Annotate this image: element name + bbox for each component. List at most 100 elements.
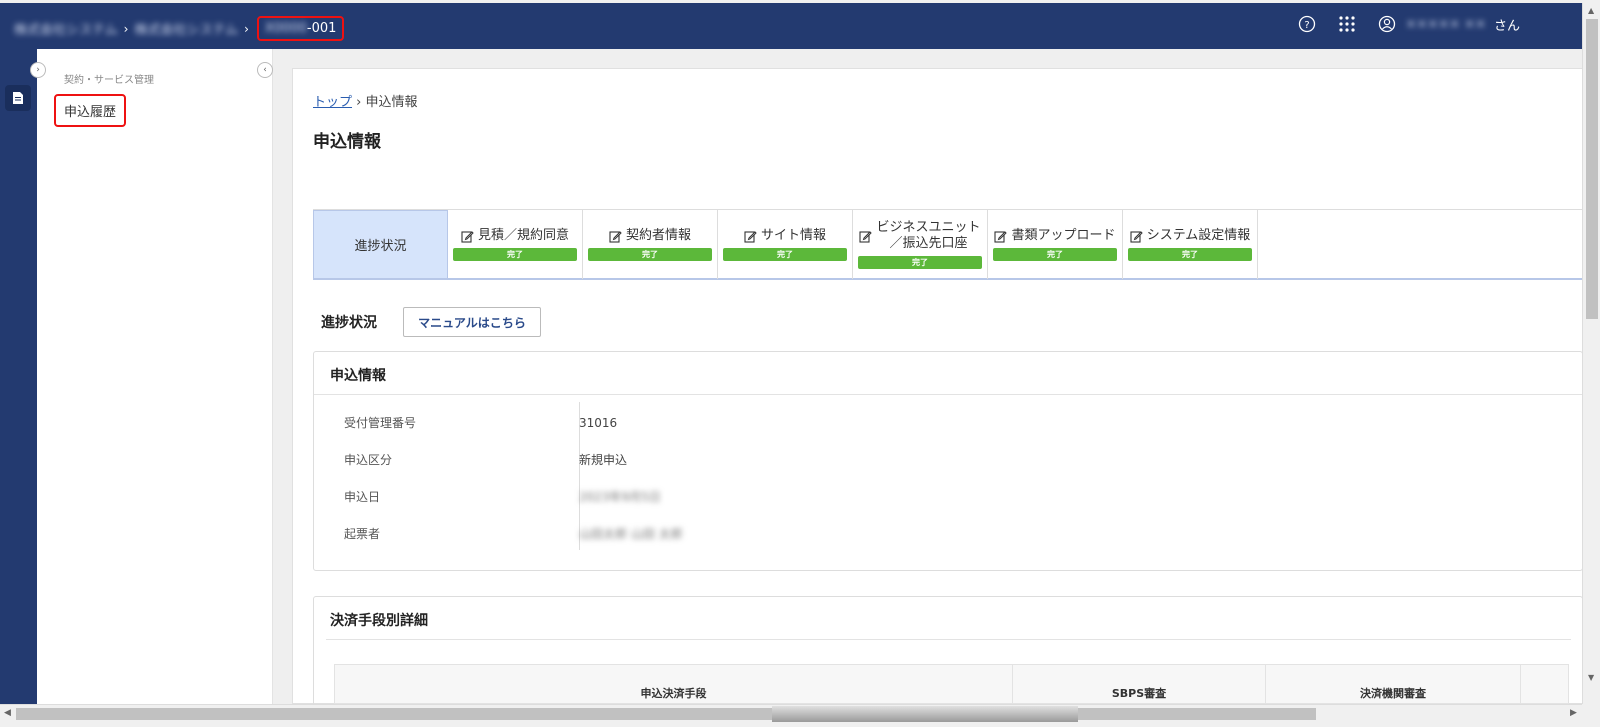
status-badge: 完了 <box>588 248 712 261</box>
tab-contractor-info-label-wrap: 契約者情報 <box>609 228 691 244</box>
user-menu[interactable]: ××××× ×× さん <box>1376 13 1520 35</box>
payment-details-table-header: 申込決済手段 SBPS審査 決済機関審査 <box>334 664 1569 704</box>
info-label: 申込区分 <box>344 453 393 467</box>
sidebar-section-label: 契約・サービス管理 <box>64 75 154 86</box>
column-header: SBPS審査 <box>1013 665 1266 703</box>
info-value: 新規申込 <box>579 453 628 467</box>
crumb-separator: › <box>244 21 249 36</box>
progress-title: 進捗状況 <box>321 315 377 331</box>
header-crumb-2[interactable]: 株式会社システム <box>134 19 238 38</box>
user-name: ××××× ×× <box>1405 16 1486 32</box>
main-content: トップ › 申込情報 申込情報 進捗状況 見積／規約同意 完了 契約者情報 完了… <box>292 68 1583 716</box>
edit-icon <box>994 230 1008 243</box>
info-row: 申込区分 新規申込 <box>344 441 683 478</box>
tab-site-info[interactable]: サイト情報 完了 <box>718 210 853 279</box>
payment-details-card: 決済手段別詳細 申込決済手段 SBPS審査 決済機関審査 <box>313 596 1583 716</box>
tab-system-settings-label-wrap: システム設定情報 <box>1130 228 1251 244</box>
scroll-right-arrow-icon[interactable]: ▶ <box>1570 708 1577 718</box>
header-breadcrumb: 株式会社システム › 株式会社システム › X0000-001 <box>14 16 345 41</box>
page-title: 申込情報 <box>313 132 381 152</box>
application-info-card: 申込情報 受付管理番号 31016 申込区分 新規申込 申込日 2023年9月5… <box>313 351 1583 571</box>
column-header: 申込決済手段 <box>335 665 1013 703</box>
tab-site-info-label-wrap: サイト情報 <box>744 228 826 244</box>
document-icon[interactable] <box>5 85 31 111</box>
header-crumb-1[interactable]: 株式会社システム <box>14 19 118 38</box>
info-row: 受付管理番号 31016 <box>344 404 683 441</box>
expand-rail-chevron-icon[interactable]: › <box>30 62 46 78</box>
info-value: 山田太郎 山田 太郎 <box>579 527 683 541</box>
collapse-sidebar-chevron-icon[interactable]: ‹ <box>257 62 273 78</box>
header-crumb-current-suffix: -001 <box>306 21 337 36</box>
sidebar: 契約・サービス管理 申込履歴 <box>37 49 273 704</box>
horizontal-scroll-grip[interactable] <box>772 706 1078 722</box>
info-label: 申込日 <box>344 490 381 504</box>
tab-site-info-label: サイト情報 <box>760 228 826 243</box>
vertical-scrollbar[interactable]: ▲ ▼ <box>1582 3 1600 704</box>
app-header: 株式会社システム › 株式会社システム › X0000-001 ? ××××× … <box>0 3 1582 49</box>
step-tabs: 進捗状況 見積／規約同意 完了 契約者情報 完了 サイト情報 完了 ビジネスユニ… <box>313 209 1583 280</box>
tab-document-upload[interactable]: 書類アップロード 完了 <box>988 210 1123 279</box>
tab-business-unit[interactable]: ビジネスユニット ／振込先口座 完了 <box>853 210 988 279</box>
user-suffix: さん <box>1493 18 1520 34</box>
application-info-title: 申込情報 <box>330 368 386 384</box>
status-badge: 完了 <box>993 248 1117 261</box>
apps-grid-icon[interactable] <box>1336 13 1358 35</box>
status-badge: 完了 <box>453 248 577 261</box>
user-icon <box>1376 13 1398 35</box>
application-info-table: 受付管理番号 31016 申込区分 新規申込 申込日 2023年9月5日 起票者… <box>344 404 683 552</box>
header-crumb-current: X0000-001 <box>256 16 345 41</box>
divider <box>314 394 1582 395</box>
tab-document-upload-label: 書類アップロード <box>1011 228 1116 243</box>
tab-business-unit-label-line2: ／振込先口座 <box>889 236 968 251</box>
edit-icon <box>1130 230 1143 243</box>
tab-contractor-info[interactable]: 契約者情報 完了 <box>583 210 718 279</box>
left-rail <box>0 49 37 704</box>
tab-business-unit-label-wrap: ビジネスユニット ／振込先口座 <box>859 220 981 252</box>
info-label: 起票者 <box>344 527 381 541</box>
divider <box>326 639 1571 640</box>
edit-icon <box>461 230 474 243</box>
crumb-separator: › <box>123 21 129 36</box>
edit-icon <box>744 230 757 243</box>
status-badge: 完了 <box>858 256 982 269</box>
header-actions: ? ××××× ×× さん <box>1296 13 1520 35</box>
tab-system-settings[interactable]: システム設定情報 完了 <box>1123 210 1258 279</box>
help-icon[interactable]: ? <box>1296 13 1318 35</box>
tab-estimate-terms[interactable]: 見積／規約同意 完了 <box>448 210 583 279</box>
vertical-scroll-thumb[interactable] <box>1586 19 1598 319</box>
progress-header: 進捗状況 マニュアルはこちら <box>321 307 541 337</box>
scroll-up-arrow-icon[interactable]: ▲ <box>1588 6 1594 15</box>
tab-business-unit-label: ビジネスユニット ／振込先口座 <box>876 220 980 252</box>
sidebar-item-application-history[interactable]: 申込履歴 <box>54 94 127 127</box>
edit-icon <box>609 230 622 243</box>
scrollbar-corner <box>1582 704 1600 722</box>
tab-estimate-terms-label-wrap: 見積／規約同意 <box>461 228 569 244</box>
horizontal-scrollbar[interactable]: ◀ ▶ <box>0 704 1582 722</box>
bottom-window-edge <box>0 722 1600 727</box>
info-value: 2023年9月5日 <box>579 490 661 504</box>
header-crumb-current-prefix: X0000 <box>264 21 307 36</box>
breadcrumb-top-link[interactable]: トップ <box>313 95 352 110</box>
manual-button[interactable]: マニュアルはこちら <box>403 307 541 337</box>
breadcrumb-current: 申込情報 <box>365 95 418 110</box>
payment-details-title: 決済手段別詳細 <box>330 613 428 629</box>
info-value: 31016 <box>579 415 618 430</box>
info-row: 申込日 2023年9月5日 <box>344 478 683 515</box>
tab-document-upload-label-wrap: 書類アップロード <box>994 228 1116 244</box>
scroll-left-arrow-icon[interactable]: ◀ <box>4 708 11 718</box>
breadcrumb: トップ › 申込情報 <box>313 91 418 110</box>
status-badge: 完了 <box>723 248 847 261</box>
tab-contractor-info-label: 契約者情報 <box>625 228 691 243</box>
info-label: 受付管理番号 <box>344 416 417 430</box>
tab-progress-status-label: 進捗状況 <box>354 239 407 254</box>
scroll-down-arrow-icon[interactable]: ▼ <box>1588 673 1594 682</box>
edit-icon <box>859 230 873 243</box>
tab-system-settings-label: システム設定情報 <box>1146 228 1251 243</box>
tab-business-unit-label-line1: ビジネスユニット <box>876 220 981 235</box>
tab-progress-status[interactable]: 進捗状況 <box>313 210 448 279</box>
tab-estimate-terms-label: 見積／規約同意 <box>477 228 569 243</box>
info-row: 起票者 山田太郎 山田 太郎 <box>344 515 683 552</box>
svg-text:?: ? <box>1304 20 1309 31</box>
status-badge: 完了 <box>1128 248 1252 261</box>
horizontal-scroll-thumb[interactable] <box>16 708 1316 720</box>
